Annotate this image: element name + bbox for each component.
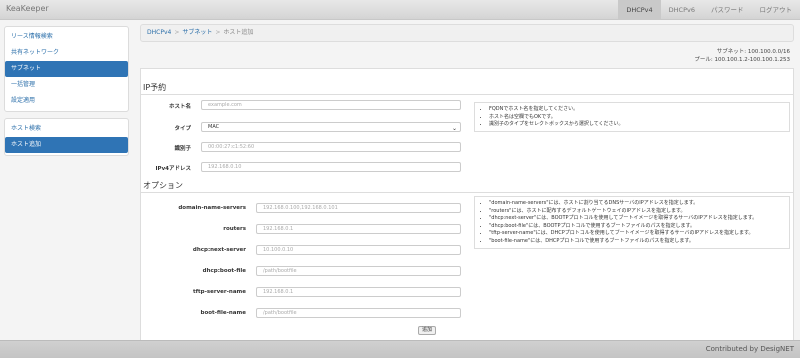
boot-file-name-input[interactable]: /path/bootfile	[256, 308, 461, 318]
brand-logo[interactable]: KeaKeeper	[6, 4, 49, 13]
host-name-label: ホスト名	[168, 104, 191, 110]
sidebar-item-bulk[interactable]: 一括管理	[5, 77, 128, 93]
top-nav: DHCPv4 DHCPv6 パスワード ログアウト	[618, 0, 800, 20]
nav-password[interactable]: パスワード	[703, 0, 752, 20]
options-title: オプション	[143, 181, 183, 190]
identifier-input[interactable]: 00:00:27:c1:52:60	[201, 142, 461, 152]
divider	[141, 192, 793, 193]
tftp-server-name-input[interactable]: 192.168.0.1	[256, 287, 461, 297]
type-select-value: MAC	[208, 124, 220, 130]
pool-label: プール: 100.100.1.2-100.100.1.253	[694, 57, 790, 63]
breadcrumb-dhcpv4[interactable]: DHCPv4	[147, 29, 171, 36]
sidebar-item-shared-network[interactable]: 共有ネットワーク	[5, 45, 128, 61]
routers-label: routers	[223, 226, 246, 232]
ipv4-input[interactable]: 192.168.0.10	[201, 162, 461, 172]
sidebar-item-host-add[interactable]: ホスト追加	[5, 137, 128, 153]
routers-input[interactable]: 192.168.0.1	[256, 224, 461, 234]
ipv4-label: IPv4アドレス	[155, 166, 192, 172]
next-server-input[interactable]: 10.100.0.10	[256, 245, 461, 255]
domain-name-servers-label: domain-name-servers	[178, 205, 246, 211]
sidebar-group-main: リース情報検索 共有ネットワーク サブネット 一括管理 設定適用	[4, 26, 129, 112]
sidebar-item-subnet[interactable]: サブネット	[5, 61, 128, 77]
sidebar-item-apply-config[interactable]: 設定適用	[5, 93, 128, 109]
dhcp-boot-file-input[interactable]: /path/bootfile	[256, 266, 461, 276]
sidebar-group-host: ホスト検索 ホスト追加	[4, 118, 129, 156]
help-item: "dhcp:next-server"には、BOOTPプロトコルを使用してブートイ…	[489, 215, 783, 223]
dhcp-boot-file-label: dhcp:boot-file	[202, 268, 246, 274]
chevron-down-icon: ⌄	[451, 125, 457, 132]
nav-dhcpv4[interactable]: DHCPv4	[618, 0, 661, 20]
help-item: "tftp-server-name"には、DHCPプロトコルを使用してブートイメ…	[489, 230, 783, 238]
help-item: "routers"には、ホストに配布するデフォルトゲートウェイのIPアドレスを指…	[489, 208, 783, 216]
ip-reservation-title: IP予約	[143, 83, 167, 92]
help-item: "dhcp:boot-file"には、BOOTPプロトコルで使用するブートファイ…	[489, 223, 783, 231]
divider	[141, 94, 793, 95]
help-item: ホスト名は空欄でもOKです。	[489, 114, 783, 122]
breadcrumb-separator: >	[215, 29, 221, 36]
next-server-label: dhcp:next-server	[192, 247, 246, 253]
help-item: "boot-file-name"には、DHCPプロトコルで使用するブートファイル…	[489, 238, 783, 246]
nav-logout[interactable]: ログアウト	[752, 0, 800, 20]
help-item: 識別子のタイプをセレクトボックスから選択してください。	[489, 121, 783, 129]
tftp-server-name-label: tftp-server-name	[193, 289, 246, 295]
type-select[interactable]: MAC ⌄	[201, 122, 461, 132]
top-navbar: KeaKeeper DHCPv4 DHCPv6 パスワード ログアウト	[0, 0, 800, 20]
help-item: "domain-name-servers"には、ホストに割り当てるDNSサーバの…	[489, 200, 783, 208]
ip-reservation-help: FQDNでホスト名を指定してください。 ホスト名は空欄でもOKです。 識別子のタ…	[474, 102, 790, 132]
identifier-label: 識別子	[174, 146, 191, 152]
main-content: DHCPv4 > サブネット > ホスト追加 サブネット: 100.100.0.0/16…	[140, 24, 794, 354]
help-item: FQDNでホスト名を指定してください。	[489, 106, 783, 114]
sidebar-item-lease-search[interactable]: リース情報検索	[5, 29, 128, 45]
options-help: "domain-name-servers"には、ホストに割り当てるDNSサーバの…	[474, 196, 790, 249]
domain-name-servers-input[interactable]: 192.168.0.100,192.168.0.101	[256, 203, 461, 213]
add-button[interactable]: 追加	[418, 326, 436, 335]
host-form-panel: IP予約 ホスト名 example.com タイプ MAC ⌄ 識別子 00:0…	[140, 68, 794, 354]
sidebar: リース情報検索 共有ネットワーク サブネット 一括管理 設定適用 ホスト検索 ホ…	[4, 26, 129, 162]
host-name-input[interactable]: example.com	[201, 100, 461, 110]
type-label: タイプ	[174, 126, 191, 132]
footer-credit: Contributed by DesigNET	[705, 345, 794, 353]
boot-file-name-label: boot-file-name	[200, 310, 246, 316]
subnet-info: サブネット: 100.100.0.0/16 プール: 100.100.1.2-1…	[694, 48, 790, 64]
breadcrumb-separator: >	[174, 29, 180, 36]
sidebar-item-host-search[interactable]: ホスト検索	[5, 121, 128, 137]
breadcrumb-current: ホスト追加	[223, 29, 254, 36]
subnet-label: サブネット: 100.100.0.0/16	[716, 49, 790, 55]
breadcrumb-subnet[interactable]: サブネット	[182, 29, 212, 36]
nav-dhcpv6[interactable]: DHCPv6	[661, 0, 703, 20]
footer: Contributed by DesigNET	[0, 340, 800, 358]
breadcrumb: DHCPv4 > サブネット > ホスト追加	[140, 24, 794, 42]
